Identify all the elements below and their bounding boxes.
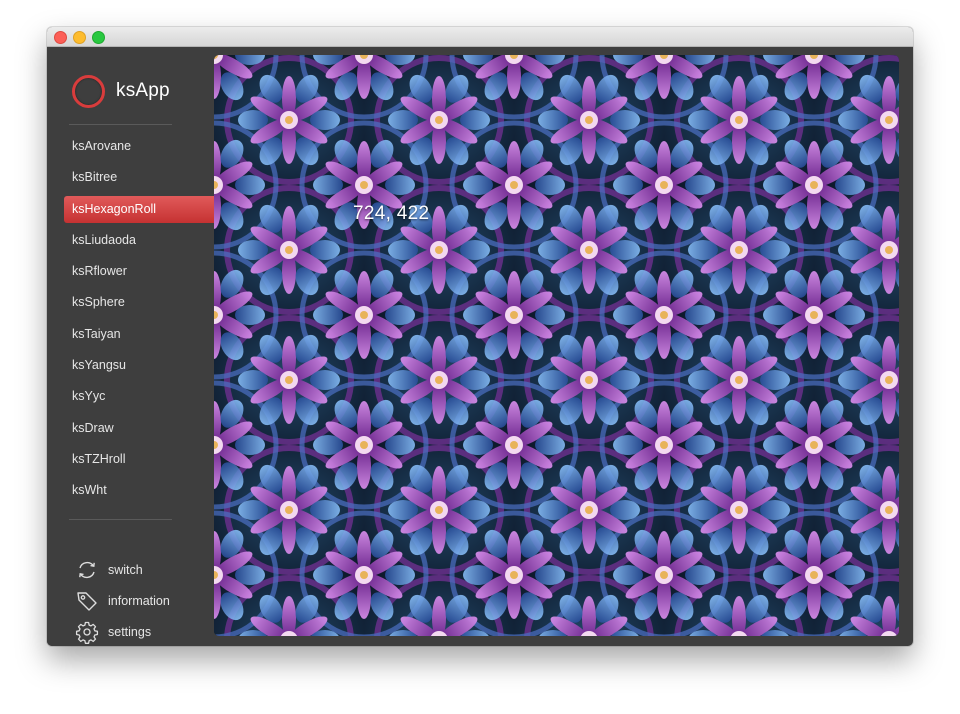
sidebar-item-kstzhroll[interactable]: ksTZHroll <box>47 444 214 475</box>
sidebar-footer: switch information settings <box>47 554 214 646</box>
sidebar-item-kswht[interactable]: ksWht <box>47 475 214 506</box>
sidebar: ksApp ksArovane ksBitree ksHexagonRoll k… <box>47 47 214 646</box>
sidebar-item-ksbitree[interactable]: ksBitree <box>47 162 214 193</box>
sidebar-item-ksyangsu[interactable]: ksYangsu <box>47 350 214 381</box>
coordinate-readout: 724, 422 <box>353 203 430 224</box>
settings-button[interactable]: settings <box>47 616 214 646</box>
sidebar-nav: ksArovane ksBitree ksHexagonRoll ksLiuda… <box>47 131 214 507</box>
app-name: ksApp <box>116 80 170 101</box>
sidebar-item-ksyyc[interactable]: ksYyc <box>47 381 214 412</box>
sidebar-item-ksrflower[interactable]: ksRflower <box>47 256 214 287</box>
sidebar-item-kshexagonroll[interactable]: ksHexagonRoll <box>64 195 214 223</box>
app-window: ksApp ksArovane ksBitree ksHexagonRoll k… <box>47 27 913 646</box>
settings-label: settings <box>108 624 152 639</box>
sidebar-divider-bottom <box>69 519 172 520</box>
switch-icon <box>79 561 95 578</box>
title-bar[interactable] <box>47 27 913 47</box>
app-logo-icon <box>72 75 105 108</box>
information-button[interactable]: information <box>47 585 214 616</box>
information-label: information <box>108 593 170 608</box>
sidebar-item-kstaiyan[interactable]: ksTaiyan <box>47 319 214 350</box>
close-window-button[interactable] <box>54 31 67 44</box>
gear-icon <box>75 621 99 644</box>
sidebar-item-kssphere[interactable]: ksSphere <box>47 287 214 318</box>
zoom-window-button[interactable] <box>92 31 105 44</box>
sidebar-divider-top <box>69 124 172 125</box>
sidebar-item-ksliudaoda[interactable]: ksLiudaoda <box>47 225 214 256</box>
kaleidoscope-canvas[interactable]: 724, 422 <box>214 55 899 636</box>
tag-icon <box>77 591 97 611</box>
sidebar-item-ksarovane[interactable]: ksArovane <box>47 131 214 162</box>
switch-button[interactable]: switch <box>47 554 214 585</box>
minimize-window-button[interactable] <box>73 31 86 44</box>
kaleidoscope-pattern <box>214 55 899 636</box>
sidebar-item-ksdraw[interactable]: ksDraw <box>47 413 214 444</box>
switch-label: switch <box>108 562 143 577</box>
